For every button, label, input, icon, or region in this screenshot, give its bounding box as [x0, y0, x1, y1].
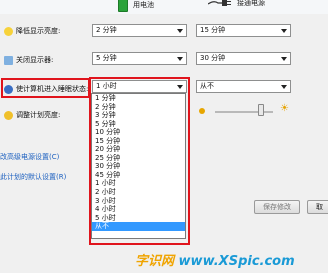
dropdown-option[interactable]: 5 分钟: [92, 120, 185, 129]
watermark: 字识网 www.XSpic.com: [135, 250, 295, 269]
display-off-text: 关闭显示器:: [16, 56, 54, 64]
chevron-down-icon: [281, 57, 287, 61]
plugged-column-header: 接通电源: [208, 0, 265, 8]
dropdown-option[interactable]: 2 分钟: [92, 103, 185, 112]
sleep-text: 使计算机进入睡眠状态:: [16, 85, 89, 93]
chevron-down-icon: [177, 29, 183, 33]
bright-sun-icon: ☀: [280, 103, 289, 114]
dim-battery-select[interactable]: 2 分钟: [92, 24, 187, 37]
cancel-button[interactable]: 取: [307, 200, 328, 214]
dropdown-option[interactable]: 30 分钟: [92, 162, 185, 171]
moon-icon: [4, 84, 13, 94]
chevron-down-icon: [281, 29, 287, 33]
chevron-down-icon: [177, 57, 183, 61]
chevron-down-icon: [177, 85, 183, 89]
display-off-label: 关闭显示器:: [4, 55, 53, 65]
sleep-battery-select[interactable]: 1 小时: [92, 80, 187, 93]
advanced-settings-link[interactable]: 改高级电源设置(C): [0, 152, 59, 162]
sun-icon: [4, 110, 13, 120]
brightness-text: 调整计划亮度:: [16, 111, 61, 119]
column-header-strip: [0, 0, 328, 14]
sleep-plugged-value: 从不: [200, 82, 214, 90]
battery-icon: [118, 0, 128, 12]
battery-column-header: 用电池: [118, 0, 154, 12]
brightness-slider-track[interactable]: [215, 111, 273, 113]
brightness-label: 调整计划亮度:: [4, 110, 60, 120]
brightness-slider-thumb[interactable]: [258, 104, 265, 116]
dim-plugged-select[interactable]: 15 分钟: [196, 24, 291, 37]
dropdown-option[interactable]: 10 分钟: [92, 128, 185, 137]
dim-battery-value: 2 分钟: [96, 26, 117, 34]
display-off-plugged-value: 30 分钟: [200, 54, 226, 62]
restore-defaults-link[interactable]: 此计划的默认设置(R): [0, 172, 66, 182]
display-off-plugged-select[interactable]: 30 分钟: [196, 52, 291, 65]
watermark-part2: www.XSpic.com: [178, 254, 295, 269]
dropdown-option[interactable]: 1 小时: [92, 179, 185, 188]
dim-sun-icon: [199, 108, 205, 114]
chevron-down-icon: [281, 85, 287, 89]
sun-icon: [4, 26, 13, 36]
sleep-label: 使计算机进入睡眠状态:: [4, 84, 88, 94]
dropdown-option[interactable]: 从不: [92, 222, 185, 231]
monitor-icon: [4, 55, 13, 65]
dropdown-option[interactable]: 3 小时: [92, 197, 185, 206]
dropdown-option[interactable]: 2 小时: [92, 188, 185, 197]
sleep-plugged-select[interactable]: 从不: [196, 80, 291, 93]
dim-display-label: 降低显示亮度:: [4, 26, 60, 36]
dim-display-text: 降低显示亮度:: [16, 27, 61, 35]
plugged-column-label: 接通电源: [237, 0, 265, 7]
dropdown-option[interactable]: 5 小时: [92, 214, 185, 223]
dropdown-option[interactable]: 20 分钟: [92, 145, 185, 154]
watermark-part1: 字识网: [135, 254, 175, 269]
dropdown-option[interactable]: 1 分钟: [92, 94, 185, 103]
dropdown-option[interactable]: 3 分钟: [92, 111, 185, 120]
sleep-battery-value: 1 小时: [96, 82, 117, 90]
display-off-battery-value: 5 分钟: [96, 54, 117, 62]
battery-column-label: 用电池: [133, 1, 154, 9]
dim-plugged-value: 15 分钟: [200, 26, 226, 34]
display-off-battery-select[interactable]: 5 分钟: [92, 52, 187, 65]
sleep-dropdown-list[interactable]: 1 分钟 2 分钟 3 分钟 5 分钟 10 分钟 15 分钟 20 分钟 25 分钟 30 分…: [91, 93, 186, 239]
plug-icon: [208, 0, 232, 8]
dropdown-option[interactable]: 15 分钟: [92, 137, 185, 146]
dropdown-option[interactable]: 4 小时: [92, 205, 185, 214]
save-changes-button[interactable]: 保存修改: [254, 200, 300, 214]
